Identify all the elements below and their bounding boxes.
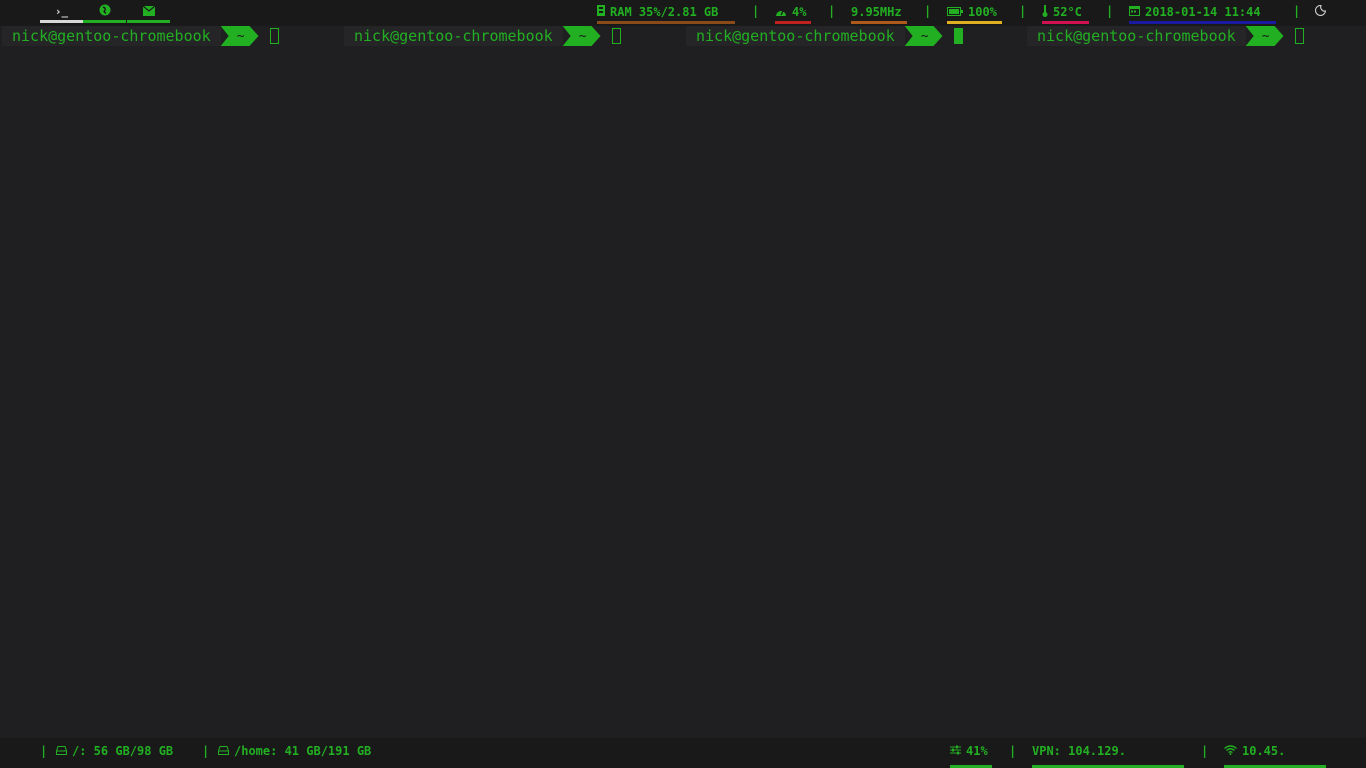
- memory-icon: [597, 5, 605, 19]
- prompt-user-host: nick@gentoo-chromebook: [686, 26, 905, 46]
- terminal-pane-4[interactable]: nick@gentoo-chromebook ~: [1027, 26, 1304, 46]
- separator: |: [40, 744, 48, 758]
- workspace-terminal[interactable]: ›_: [40, 0, 83, 23]
- cpu-module: 4%: [775, 0, 811, 24]
- ram-underline: [597, 21, 735, 24]
- firefox-icon: [99, 4, 111, 19]
- power-menu-button[interactable]: [1315, 0, 1327, 24]
- freq-underline: [851, 21, 907, 24]
- volume-text: 41%: [966, 744, 988, 758]
- workspace-mail[interactable]: [127, 0, 170, 23]
- cpu-underline: [775, 21, 811, 24]
- date-underline: [1129, 21, 1276, 24]
- terminal-pane-3[interactable]: nick@gentoo-chromebook ~: [686, 26, 963, 46]
- prompt-user-host: nick@gentoo-chromebook: [1027, 26, 1246, 46]
- workspace-indicator: [83, 20, 126, 23]
- calendar-icon: [1129, 5, 1140, 19]
- moon-icon: [1315, 4, 1327, 19]
- cpu-text: 4%: [792, 5, 807, 19]
- disk-icon: [56, 745, 67, 758]
- terminal-cursor: [1294, 28, 1304, 44]
- prompt-directory: ~: [1246, 26, 1284, 46]
- separator: |: [924, 4, 932, 18]
- workspace-indicator: [127, 20, 170, 23]
- temp-underline: [1042, 21, 1089, 24]
- cpu-freq-text: 9.95MHz: [851, 5, 902, 19]
- vpn-module: VPN: 104.129.: [1032, 738, 1184, 768]
- root-fs-text: /: 56 GB/98 GB: [72, 744, 174, 758]
- separator: |: [828, 4, 836, 18]
- wifi-text: 10.45.: [1242, 744, 1286, 758]
- gauge-icon: [775, 6, 787, 19]
- workspace-firefox[interactable]: [83, 0, 126, 23]
- home-filesystem-module: /home: 41 GB/191 GB: [218, 738, 371, 764]
- ram-module: RAM 35%/2.81 GB: [597, 0, 735, 24]
- thermometer-icon: [1042, 4, 1048, 20]
- date-module[interactable]: 2018-01-14 11:44: [1129, 0, 1276, 24]
- terminal-cursor: [269, 28, 279, 44]
- mail-icon: [142, 5, 155, 19]
- battery-module: 100%: [947, 0, 1002, 24]
- root-filesystem-module: /: 56 GB/98 GB: [56, 738, 173, 764]
- prompt-user-host: nick@gentoo-chromebook: [344, 26, 563, 46]
- separator: |: [1106, 4, 1114, 18]
- ram-text: RAM 35%/2.81 GB: [610, 5, 719, 19]
- wifi-module[interactable]: 10.45.: [1224, 738, 1326, 768]
- battery-icon: [947, 6, 963, 19]
- separator: |: [752, 4, 760, 18]
- separator: |: [202, 744, 210, 758]
- terminal-cursor-active: [953, 28, 963, 44]
- temperature-text: 52°C: [1053, 5, 1082, 19]
- prompt-directory: ~: [563, 26, 601, 46]
- cpu-freq-module: 9.95MHz: [851, 0, 907, 24]
- battery-text: 100%: [968, 5, 997, 19]
- terminal-icon: ›_: [54, 5, 69, 18]
- separator: |: [1009, 744, 1017, 758]
- terminal-pane-1[interactable]: nick@gentoo-chromebook ~: [2, 26, 279, 46]
- volume-module[interactable]: 41%: [950, 738, 992, 768]
- prompt-directory: ~: [221, 26, 259, 46]
- temperature-module: 52°C: [1042, 0, 1089, 24]
- terminal-cursor: [611, 28, 621, 44]
- date-text: 2018-01-14 11:44: [1145, 5, 1261, 19]
- disk-icon: [218, 745, 229, 758]
- prompt-user-host: nick@gentoo-chromebook: [2, 26, 221, 46]
- separator: |: [1293, 4, 1301, 18]
- sliders-icon: [950, 745, 961, 758]
- separator: |: [1201, 744, 1209, 758]
- wifi-icon: [1224, 744, 1237, 758]
- terminal-pane-2[interactable]: nick@gentoo-chromebook ~: [344, 26, 621, 46]
- vpn-text: VPN: 104.129.: [1032, 744, 1126, 758]
- separator: |: [1019, 4, 1027, 18]
- home-fs-text: /home: 41 GB/191 GB: [234, 744, 372, 758]
- battery-underline: [947, 21, 1002, 24]
- prompt-directory: ~: [905, 26, 943, 46]
- workspace-indicator: [40, 20, 83, 23]
